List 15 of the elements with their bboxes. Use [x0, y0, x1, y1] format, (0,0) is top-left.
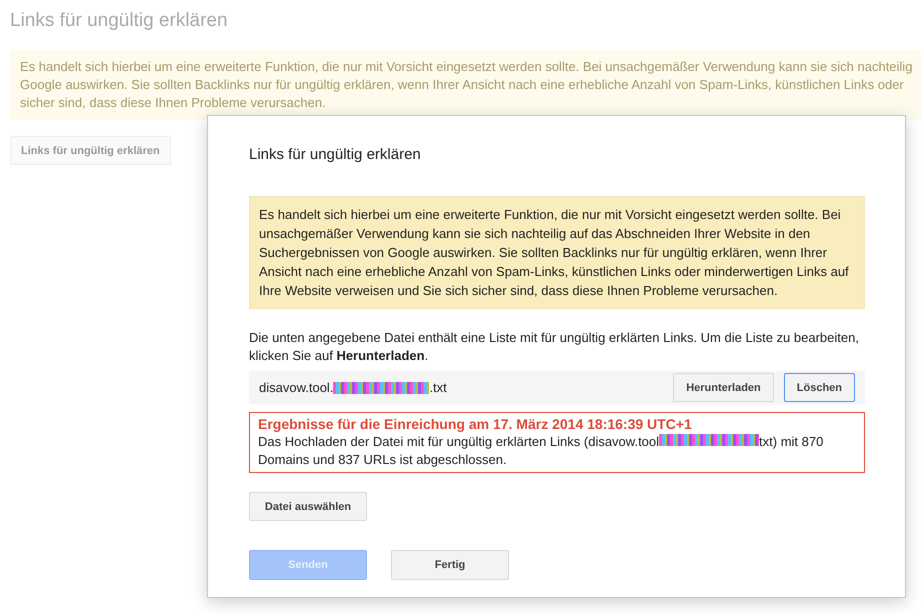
- choose-file-button[interactable]: Datei auswählen: [249, 492, 367, 521]
- file-extension: .txt: [429, 380, 447, 395]
- file-name: disavow.tool.: [259, 380, 334, 395]
- page-title: Links für ungültig erklären: [10, 10, 229, 32]
- dialog-title: Links für ungültig erklären: [249, 146, 422, 163]
- result-text: Das Hochladen der Datei mit für ungültig erklärten Links (disavow.tool txt) mit 870 Domains und 837 URLs ist abgeschlossen.: [258, 433, 824, 469]
- warning-text: sicher sind, dass diese Ihnen Probleme verursachen.: [20, 94, 327, 112]
- warning-text: Es handelt sich hierbei um eine erweiterte Funktion, die nur mit Vorsicht eingesetzt werden sollte. Bei unsachgemäßer Verwendung kann sie sich nachteilig: [20, 58, 911, 76]
- description-text: Die unten angegebene Datei enthält eine Liste mit für ungültig erklärten Links. Um die Liste zu bearbeiten, klicken Sie auf Herunterladen.: [249, 329, 860, 365]
- download-button[interactable]: Herunterladen: [673, 373, 774, 402]
- warning-text: Google auswirken. Sie sollten Backlinks nur für ungültig erklären, wenn Ihrer Ansicht nach eine erhebliche Anzahl von Spam-Links, künstlichen Links oder: [20, 76, 905, 94]
- warning-message: Es handelt sich hierbei um eine erweiterte Funktion, die nur mit Vorsicht eingesetzt werden sollte. Bei unsachgemäßer Verwendung kann sie sich nachteilig auf das Abschneiden Ihrer Website in den Suchergebnissen von Google auswirken. Sie sollten Backlinks nur für ungültig erklären, wenn Ihrer Ansicht nach eine erhebliche Anzahl von Spam-Links, künstlichen Links oder minderwertigen Links auf Ihre Website verweisen und Sie sich sicher sind, dass diese Ihnen Probleme verursachen.: [249, 196, 865, 309]
- done-button[interactable]: Fertig: [391, 550, 509, 580]
- result-heading: Ergebnisse für die Einreichung am 17. März 2014 18:16:39 UTC+1: [258, 415, 693, 433]
- delete-button[interactable]: Löschen: [784, 373, 855, 402]
